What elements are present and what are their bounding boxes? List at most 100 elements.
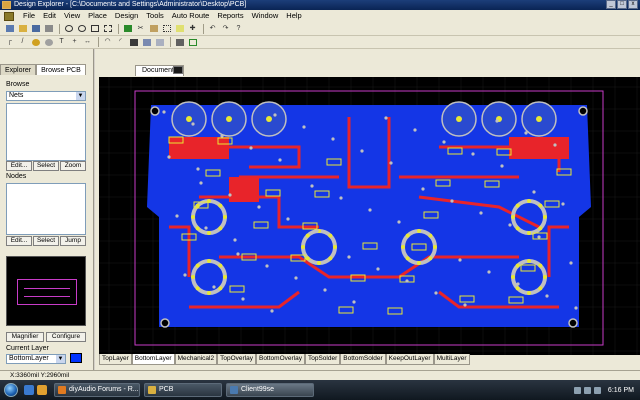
ring-pad — [538, 286, 543, 291]
menu-place[interactable]: Place — [84, 10, 111, 22]
layer-tab-bottomlayer[interactable]: BottomLayer — [131, 354, 175, 365]
menu-tools[interactable]: Tools — [142, 10, 168, 22]
menu-help[interactable]: Help — [282, 10, 305, 22]
arc-center-icon[interactable]: ◠ — [102, 37, 113, 47]
document-icon[interactable] — [4, 11, 14, 21]
via — [389, 161, 393, 165]
place-via-icon[interactable] — [43, 37, 54, 47]
deselect-icon[interactable] — [174, 24, 185, 34]
edit-node-button[interactable]: Edit... — [6, 236, 32, 246]
arc-edge-icon[interactable]: ◜ — [115, 37, 126, 47]
layer-tab-multilayer[interactable]: MultiLayer — [433, 354, 470, 365]
jump-node-button[interactable]: Jump — [60, 236, 86, 246]
layer-tab-bottomsolder[interactable]: BottomSolder — [340, 354, 386, 365]
split-plane-icon[interactable] — [154, 37, 165, 47]
nodes-list[interactable] — [6, 183, 86, 235]
minimize-button[interactable]: _ — [606, 0, 616, 9]
via — [241, 297, 245, 301]
layer-tab-toplayer[interactable]: TopLayer — [99, 354, 132, 365]
zoom-net-button[interactable]: Zoom — [60, 161, 86, 171]
via — [331, 137, 335, 141]
redo-icon[interactable]: ↷ — [220, 24, 231, 34]
ring-pad — [305, 256, 310, 261]
chevron-down-icon[interactable]: ▼ — [56, 355, 65, 363]
menu-design[interactable]: Design — [111, 10, 142, 22]
start-button[interactable] — [4, 383, 18, 397]
select-node-button[interactable]: Select — [33, 236, 59, 246]
layer-tabs: TopLayer BottomLayer Mechanical2 TopOver… — [99, 354, 470, 365]
cross-probe-icon[interactable] — [122, 24, 133, 34]
place-string-icon[interactable]: T — [56, 37, 67, 47]
ring-pad — [195, 203, 200, 208]
place-room-icon[interactable] — [187, 37, 198, 47]
board-minimap[interactable] — [6, 256, 86, 326]
zoom-area-icon[interactable] — [89, 24, 100, 34]
interactive-route-icon[interactable]: ┌ — [4, 37, 15, 47]
zoom-out-icon[interactable] — [76, 24, 87, 34]
taskbar-item-pcb[interactable]: PCB — [144, 383, 222, 397]
open-icon[interactable] — [17, 24, 28, 34]
browse-select[interactable]: Nets ▼ — [6, 91, 86, 101]
zoom-in-icon[interactable] — [63, 24, 74, 34]
move-icon[interactable]: ✚ — [187, 24, 198, 34]
print-icon[interactable] — [43, 24, 54, 34]
layer-tab-topsolder[interactable]: TopSolder — [304, 354, 341, 365]
close-button[interactable]: x — [628, 0, 638, 9]
menu-file[interactable]: File — [19, 10, 39, 22]
configure-button[interactable]: Configure — [46, 332, 86, 342]
capacitor-pad — [536, 116, 542, 122]
menu-window[interactable]: Window — [248, 10, 283, 22]
place-dimension-icon[interactable]: ↔ — [82, 37, 93, 47]
volume-icon[interactable] — [583, 386, 591, 394]
menu-edit[interactable]: Edit — [39, 10, 60, 22]
place-component-icon[interactable] — [174, 37, 185, 47]
menu-view[interactable]: View — [60, 10, 84, 22]
via — [413, 128, 417, 132]
design-manager-icon[interactable] — [4, 24, 15, 34]
quicklaunch-folder-icon[interactable] — [37, 385, 47, 395]
undo-icon[interactable]: ↶ — [207, 24, 218, 34]
network-icon[interactable] — [573, 386, 581, 394]
help-icon[interactable]: ? — [233, 24, 244, 34]
pcb-board-drawing[interactable] — [99, 77, 640, 355]
place-line-icon[interactable]: / — [17, 37, 28, 47]
place-fill-icon[interactable] — [128, 37, 139, 47]
zoom-fit-icon[interactable] — [102, 24, 113, 34]
ring-pad — [527, 199, 531, 203]
nets-list[interactable] — [6, 103, 86, 161]
taskbar-item-diyaudio[interactable]: diyAudio Forums - R... — [54, 383, 140, 397]
layer-tab-bottomoverlay[interactable]: BottomOverlay — [255, 354, 305, 365]
place-coordinate-icon[interactable]: + — [69, 37, 80, 47]
chevron-down-icon[interactable]: ▼ — [76, 92, 85, 100]
tab-browse-pcb[interactable]: Browse PCB — [36, 64, 86, 75]
via — [310, 184, 314, 188]
select-net-button[interactable]: Select — [33, 161, 59, 171]
save-icon[interactable] — [30, 24, 41, 34]
clock[interactable]: 6:16 PM — [608, 387, 634, 394]
cursor-coordinates: X:3360mil Y:2960mil — [10, 372, 70, 379]
place-pad-icon[interactable] — [30, 37, 41, 47]
security-icon[interactable] — [593, 386, 601, 394]
layer-tab-keepoutlayer[interactable]: KeepOutLayer — [385, 354, 434, 365]
edit-net-button[interactable]: Edit... — [6, 161, 32, 171]
capacitor-pad — [456, 116, 462, 122]
minimap-viewport[interactable] — [17, 279, 77, 305]
layer-tab-mechanical2[interactable]: Mechanical2 — [174, 354, 218, 365]
menu-auto-route[interactable]: Auto Route — [168, 10, 214, 22]
select-area-icon[interactable] — [161, 24, 172, 34]
paste-icon[interactable] — [148, 24, 159, 34]
maximize-button[interactable]: □ — [617, 0, 627, 9]
cut-icon[interactable]: ✂ — [135, 24, 146, 34]
place-polygon-icon[interactable] — [141, 37, 152, 47]
quicklaunch-browser-icon[interactable] — [24, 385, 34, 395]
via — [273, 113, 277, 117]
magnifier-button[interactable]: Magnifier — [6, 332, 44, 342]
taskbar-item-client99se[interactable]: Client99se — [226, 383, 314, 397]
layer-tab-topoverlay[interactable]: TopOverlay — [217, 354, 256, 365]
current-layer-select[interactable]: BottomLayer ▼ — [6, 354, 66, 364]
pcb-canvas[interactable] — [99, 77, 640, 355]
tab-explorer[interactable]: Explorer — [0, 64, 37, 75]
pcb-document-icon[interactable] — [173, 66, 183, 74]
menu-reports[interactable]: Reports — [213, 10, 247, 22]
ring-pad — [538, 263, 543, 268]
